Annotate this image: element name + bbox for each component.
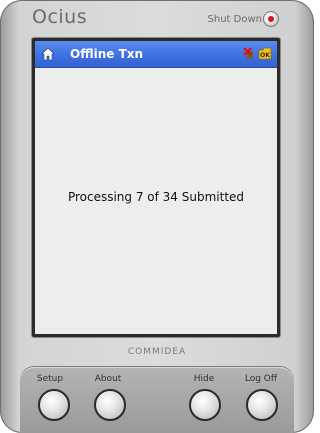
ok-icon[interactable]: OK [258,47,272,60]
setup-button[interactable] [38,389,70,421]
window-title: Offline Txn [70,47,144,61]
logoff-button[interactable] [246,389,278,421]
hide-label: Hide [193,374,215,384]
power-icon[interactable] [263,11,279,27]
shutdown-label: Shut Down [207,14,262,25]
hide-button[interactable] [189,389,221,421]
svg-text:OK: OK [260,52,270,59]
app-screen: Offline Txn OK Processing 7 of 34 Submit… [35,41,277,334]
disconnect-icon[interactable] [242,46,256,61]
device-frame: Ocius Shut Down Offline Txn OK Processin… [0,0,314,433]
about-button[interactable] [94,389,126,421]
status-message: Processing 7 of 34 Submitted [67,190,245,204]
logoff-label: Log Off [244,374,278,384]
setup-label: Setup [36,374,64,384]
home-icon[interactable] [41,47,55,61]
title-bar: Offline Txn OK [35,41,277,68]
footer-brand: COMMIDEA [127,347,187,357]
brand-label: Ocius [32,6,88,28]
screen-bezel: Offline Txn OK Processing 7 of 34 Submit… [32,38,280,337]
about-label: About [94,374,122,384]
